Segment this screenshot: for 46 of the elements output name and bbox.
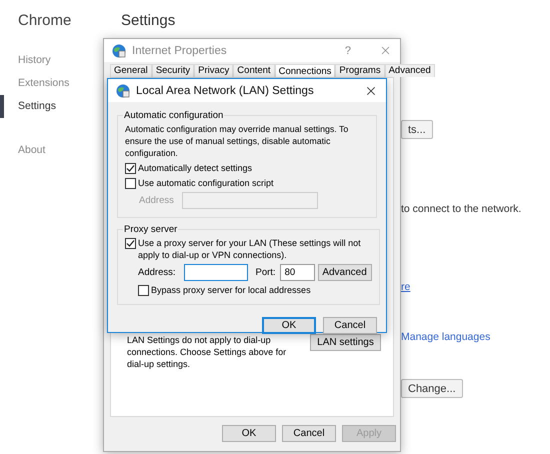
- setting-description: to connect to the network.: [401, 203, 522, 215]
- nav-item[interactable]: Extensions: [0, 72, 70, 95]
- dialog-button[interactable]: OK: [262, 317, 316, 334]
- group-title: Automatic configuration: [123, 110, 224, 121]
- lan-settings-button[interactable]: LAN settings: [310, 334, 381, 351]
- tab[interactable]: General: [110, 64, 152, 77]
- window-title: Internet Properties: [132, 44, 228, 56]
- port-field[interactable]: 80: [280, 264, 315, 281]
- settings-link[interactable]: Manage languages: [401, 331, 490, 343]
- tab[interactable]: Advanced: [384, 64, 435, 77]
- checkbox[interactable]: [125, 178, 136, 189]
- globe-icon: [112, 44, 126, 58]
- checkbox[interactable]: [125, 238, 136, 249]
- checkbox-label: Use automatic configuration script: [138, 177, 274, 189]
- help-button[interactable]: ?: [344, 44, 351, 56]
- field-label: Address:: [138, 267, 176, 278]
- tab[interactable]: Security: [152, 64, 194, 77]
- lan-note: LAN Settings do not apply to dial-up connections. Choose Settings above for dial-up settings.: [127, 334, 288, 370]
- checkbox[interactable]: [138, 285, 149, 296]
- tab[interactable]: Programs: [335, 64, 385, 77]
- settings-button[interactable]: ts...: [401, 120, 433, 139]
- checkbox[interactable]: [125, 163, 136, 174]
- page-heading: Settings: [121, 12, 176, 29]
- nav-item[interactable]: Settings: [0, 95, 56, 118]
- tab[interactable]: Connections: [274, 64, 336, 78]
- tab[interactable]: Privacy: [194, 64, 234, 77]
- group-note: Automatic configuration may override manual settings. To ensure the use of manual settings, disable automatic configuration.: [125, 123, 350, 159]
- field-label: Port:: [256, 267, 276, 278]
- group-title: Proxy server: [123, 224, 178, 235]
- nav-item[interactable]: History: [0, 49, 51, 72]
- tab[interactable]: Content: [233, 64, 275, 77]
- checkbox-label: Automatically detect settings: [138, 162, 252, 174]
- settings-button[interactable]: Change...: [401, 379, 463, 398]
- settings-link[interactable]: re: [401, 281, 410, 293]
- nav-item[interactable]: About: [0, 139, 46, 162]
- dialog-button[interactable]: Cancel: [282, 425, 336, 442]
- address-field[interactable]: [184, 264, 248, 281]
- advanced-button[interactable]: Advanced: [318, 264, 372, 281]
- checkbox-label: Bypass proxy server for local addresses: [151, 284, 311, 296]
- browser-title: Chrome: [17, 12, 72, 29]
- dialog-button[interactable]: OK: [222, 425, 276, 442]
- checkbox-label: Use a proxy server for your LAN (These settings will not apply to dial-up or VPN connections).: [138, 237, 362, 261]
- window-title: Local Area Network (LAN) Settings: [136, 84, 315, 96]
- dialog-button[interactable]: Cancel: [323, 317, 377, 334]
- field-label: Address: [139, 195, 174, 206]
- globe-icon: [116, 84, 130, 98]
